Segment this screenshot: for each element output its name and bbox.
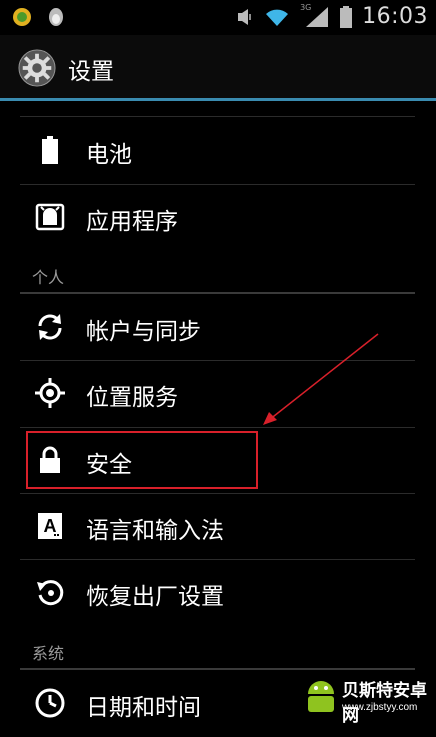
settings-item-label: 位置服务 — [86, 385, 178, 411]
gear-icon[interactable] — [18, 49, 56, 87]
settings-item-label: 日期和时间 — [86, 695, 201, 721]
wifi-icon — [266, 9, 289, 26]
settings-item-label: 电池 — [86, 142, 132, 168]
section-title: 系统 — [32, 644, 65, 663]
settings-item-factory-reset[interactable]: 恢复出厂设置 — [0, 559, 436, 626]
android-logo-icon — [308, 681, 334, 712]
settings-item-apps[interactable]: 应用程序 — [0, 184, 436, 251]
annotation-arrow — [263, 333, 379, 425]
section-title: 个人 — [32, 268, 65, 287]
clover-app-icon — [13, 8, 31, 26]
action-bar: 设置 — [0, 35, 436, 98]
clock-icon — [35, 688, 65, 718]
settings-item-battery[interactable]: 电池 — [0, 117, 436, 184]
page-title: 设置 — [68, 59, 114, 85]
settings-item-label: 语言和输入法 — [86, 518, 224, 544]
settings-item-label: 应用程序 — [86, 209, 178, 235]
network-type-label: 3G — [300, 2, 312, 12]
cellular-signal-icon: 3G — [300, 2, 330, 29]
location-icon — [35, 378, 65, 408]
settings-item-label: 恢复出厂设置 — [86, 584, 224, 610]
keyboard-a-icon: A — [38, 513, 62, 539]
battery-icon — [42, 136, 58, 164]
apps-icon — [35, 203, 65, 231]
volume-vibrate-icon — [238, 8, 251, 25]
sync-icon — [38, 314, 62, 340]
settings-item-language-input[interactable]: A 语言和输入法 — [0, 493, 436, 560]
settings-item-label: 帐户与同步 — [86, 319, 201, 345]
site-watermark: 贝斯特安卓网 www.zjbstyy.com — [300, 668, 436, 727]
status-time: 16:03 — [362, 4, 428, 29]
section-header-system: 系统 — [0, 632, 436, 670]
svg-text:A: A — [44, 516, 57, 536]
watermark-brand: 贝斯特安卓网 — [342, 681, 427, 725]
section-header-personal: 个人 — [0, 256, 436, 294]
action-bar-divider — [0, 98, 436, 101]
watermark-url: www.zjbstyy.com — [342, 702, 418, 713]
annotation-highlight-box — [26, 431, 258, 489]
restore-icon — [37, 580, 64, 606]
status-bar: 3G 16:03 — [0, 0, 436, 35]
qq-penguin-icon — [49, 8, 63, 26]
battery-icon — [340, 5, 353, 28]
